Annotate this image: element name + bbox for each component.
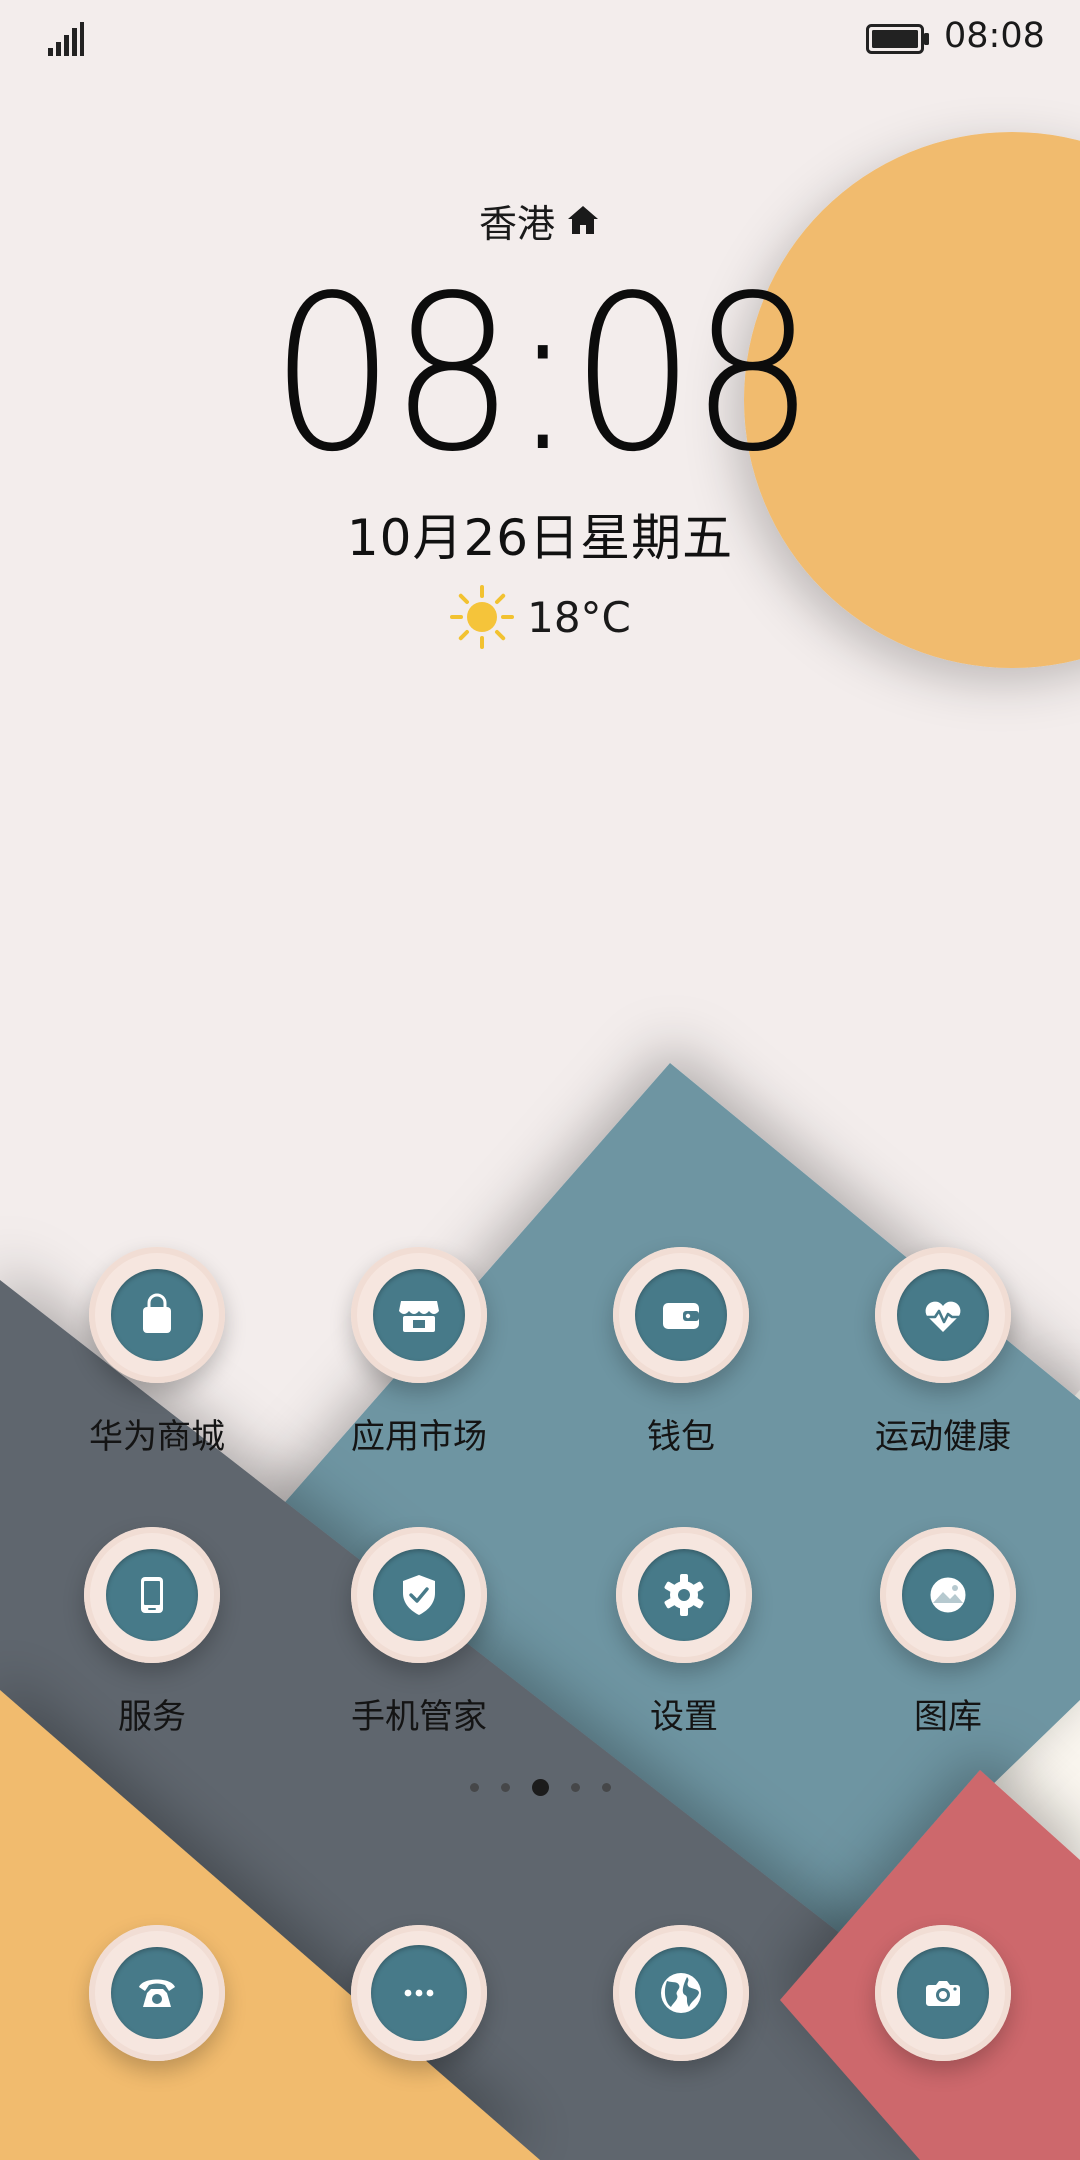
home-icon xyxy=(568,206,598,234)
app-wallet[interactable]: 钱包 xyxy=(556,1247,806,1457)
telephone-icon xyxy=(139,1979,175,2007)
page-dot[interactable] xyxy=(601,1783,611,1792)
weather-row[interactable]: 18°C xyxy=(0,582,1080,652)
dock-camera[interactable] xyxy=(818,1925,1068,2061)
app-gallery[interactable]: 图库 xyxy=(823,1527,1073,1737)
sun-icon xyxy=(450,585,515,649)
dock-browser[interactable] xyxy=(556,1925,806,2061)
clock-time: 08:08 xyxy=(270,250,815,499)
shield-check-icon xyxy=(403,1575,435,1615)
date-text: 10月26日星期五 xyxy=(346,509,734,567)
page-dot[interactable] xyxy=(570,1783,580,1792)
gear-icon xyxy=(664,1574,704,1616)
page-dot-active[interactable] xyxy=(531,1779,549,1796)
heart-pulse-icon xyxy=(925,1301,961,1332)
dock-phone[interactable] xyxy=(32,1925,282,2061)
temperature: 18°C xyxy=(527,592,631,642)
wallet-icon xyxy=(663,1303,699,1329)
shopping-bag-icon xyxy=(143,1293,171,1333)
clock-widget[interactable]: 香港 08:08 10月26日星期五 18°C xyxy=(0,190,1080,652)
gallery-icon xyxy=(929,1576,967,1614)
phone-device-icon xyxy=(141,1577,163,1613)
status-bar: 08:08 xyxy=(0,0,1080,80)
location-row: 香港 xyxy=(0,190,1080,250)
signal-icon xyxy=(48,22,84,56)
battery-icon xyxy=(866,24,929,54)
store-icon xyxy=(399,1301,439,1332)
dock-messages[interactable] xyxy=(294,1925,544,2061)
app-huawei-store[interactable]: 华为商城 xyxy=(32,1247,282,1457)
app-phone-manager[interactable]: 手机管家 xyxy=(294,1527,544,1737)
chat-bubble-icon xyxy=(404,1989,434,1997)
app-label: 图库 xyxy=(914,1697,982,1737)
page-dot[interactable] xyxy=(500,1783,510,1792)
camera-icon xyxy=(926,1981,960,2006)
app-label: 华为商城 xyxy=(89,1417,225,1457)
app-label: 设置 xyxy=(650,1697,718,1737)
status-bar-time: 08:08 xyxy=(944,16,1045,56)
page-dot[interactable] xyxy=(469,1783,479,1792)
app-label: 服务 xyxy=(118,1697,186,1737)
app-label: 手机管家 xyxy=(351,1697,487,1737)
app-label: 运动健康 xyxy=(875,1417,1011,1457)
page-indicator[interactable] xyxy=(0,1779,1080,1796)
city-name: 香港 xyxy=(478,201,555,246)
app-app-market[interactable]: 应用市场 xyxy=(294,1247,544,1457)
app-health[interactable]: 运动健康 xyxy=(818,1247,1068,1457)
app-label: 钱包 xyxy=(647,1417,715,1457)
globe-icon xyxy=(661,1973,701,2013)
app-services[interactable]: 服务 xyxy=(27,1527,277,1737)
app-settings[interactable]: 设置 xyxy=(559,1527,809,1737)
app-label: 应用市场 xyxy=(351,1417,487,1457)
